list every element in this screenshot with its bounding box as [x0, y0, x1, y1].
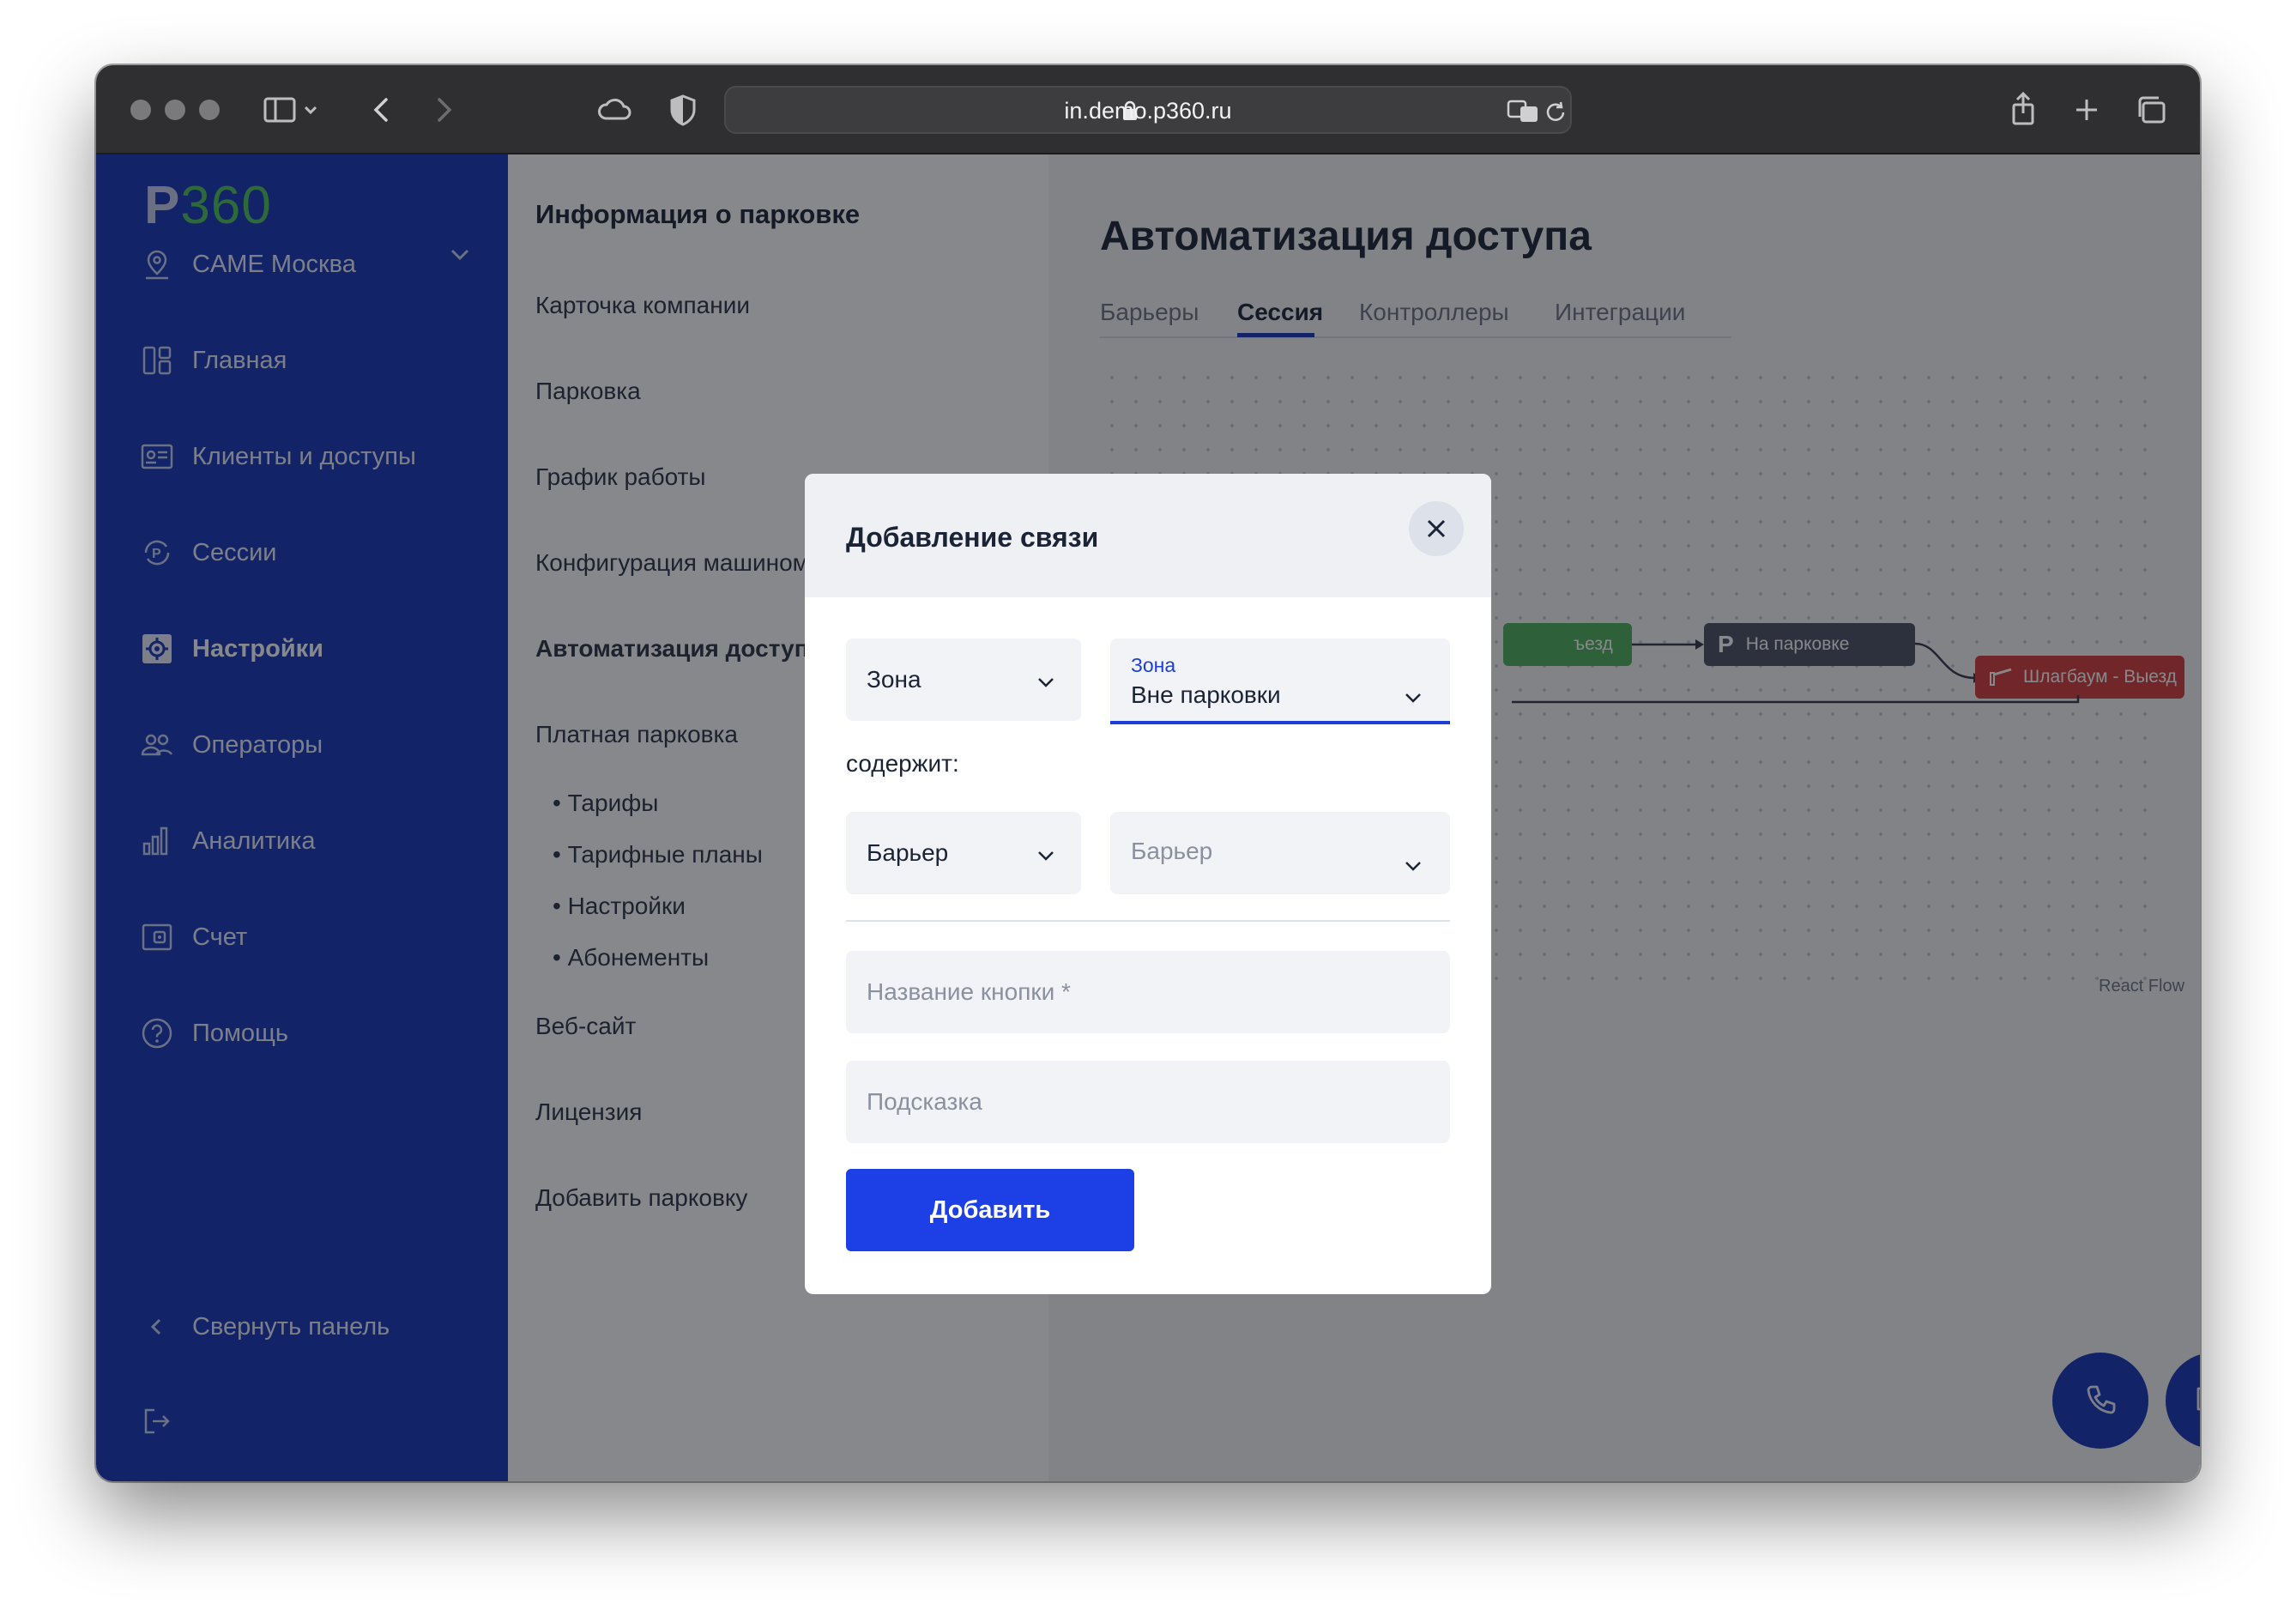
target-type-select[interactable]: Барьер — [846, 812, 1081, 894]
tab-overview-icon[interactable] — [2131, 89, 2172, 130]
back-icon[interactable] — [362, 89, 403, 130]
zone-label: Зона — [1131, 654, 1176, 676]
new-tab-icon[interactable] — [2066, 89, 2107, 130]
add-button[interactable]: Добавить — [846, 1169, 1134, 1251]
modal-title: Добавление связи — [846, 522, 1099, 553]
address-bar[interactable]: in.demo.p360.ru — [724, 86, 1572, 134]
chevron-down-icon — [1038, 851, 1054, 861]
browser-window: in.demo.p360.ru P360 CAME Москва Главн — [96, 65, 2200, 1481]
share-icon[interactable] — [2003, 89, 2044, 130]
add-link-modal: Добавление связи Зона Зона Вне парковки … — [805, 474, 1491, 1294]
translate-icon[interactable] — [1507, 98, 1541, 125]
window-close-dot[interactable] — [130, 100, 151, 120]
contains-label: содержит: — [846, 750, 959, 777]
divider — [846, 920, 1450, 922]
source-type-select[interactable]: Зона — [846, 639, 1081, 721]
privacy-shield-icon[interactable] — [662, 89, 704, 130]
chevron-down-icon[interactable] — [299, 89, 323, 130]
reload-icon[interactable] — [1543, 100, 1568, 125]
browser-toolbar: in.demo.p360.ru — [96, 65, 2200, 154]
barrier-select[interactable]: Барьер — [1110, 812, 1450, 894]
modal-close-button[interactable] — [1409, 501, 1464, 556]
sidebar-toggle-icon[interactable] — [259, 89, 300, 130]
chevron-down-icon — [1405, 862, 1421, 871]
window-minimize-dot[interactable] — [165, 100, 185, 120]
chevron-down-icon — [1038, 678, 1054, 687]
icloud-icon[interactable] — [594, 89, 635, 130]
button-name-input[interactable]: Название кнопки * — [846, 951, 1450, 1033]
forward-icon[interactable] — [422, 89, 463, 130]
chevron-down-icon — [1405, 693, 1421, 703]
zone-value: Вне парковки — [1131, 681, 1281, 708]
zone-select[interactable]: Зона Вне парковки — [1110, 639, 1450, 724]
modal-header: Добавление связи — [805, 474, 1491, 597]
hint-input[interactable]: Подсказка — [846, 1061, 1450, 1143]
app-root: P360 CAME Москва Главная Клиенты и досту… — [96, 154, 2200, 1481]
window-zoom-dot[interactable] — [199, 100, 220, 120]
close-icon — [1427, 519, 1446, 538]
url-text: in.demo.p360.ru — [1064, 98, 1232, 124]
